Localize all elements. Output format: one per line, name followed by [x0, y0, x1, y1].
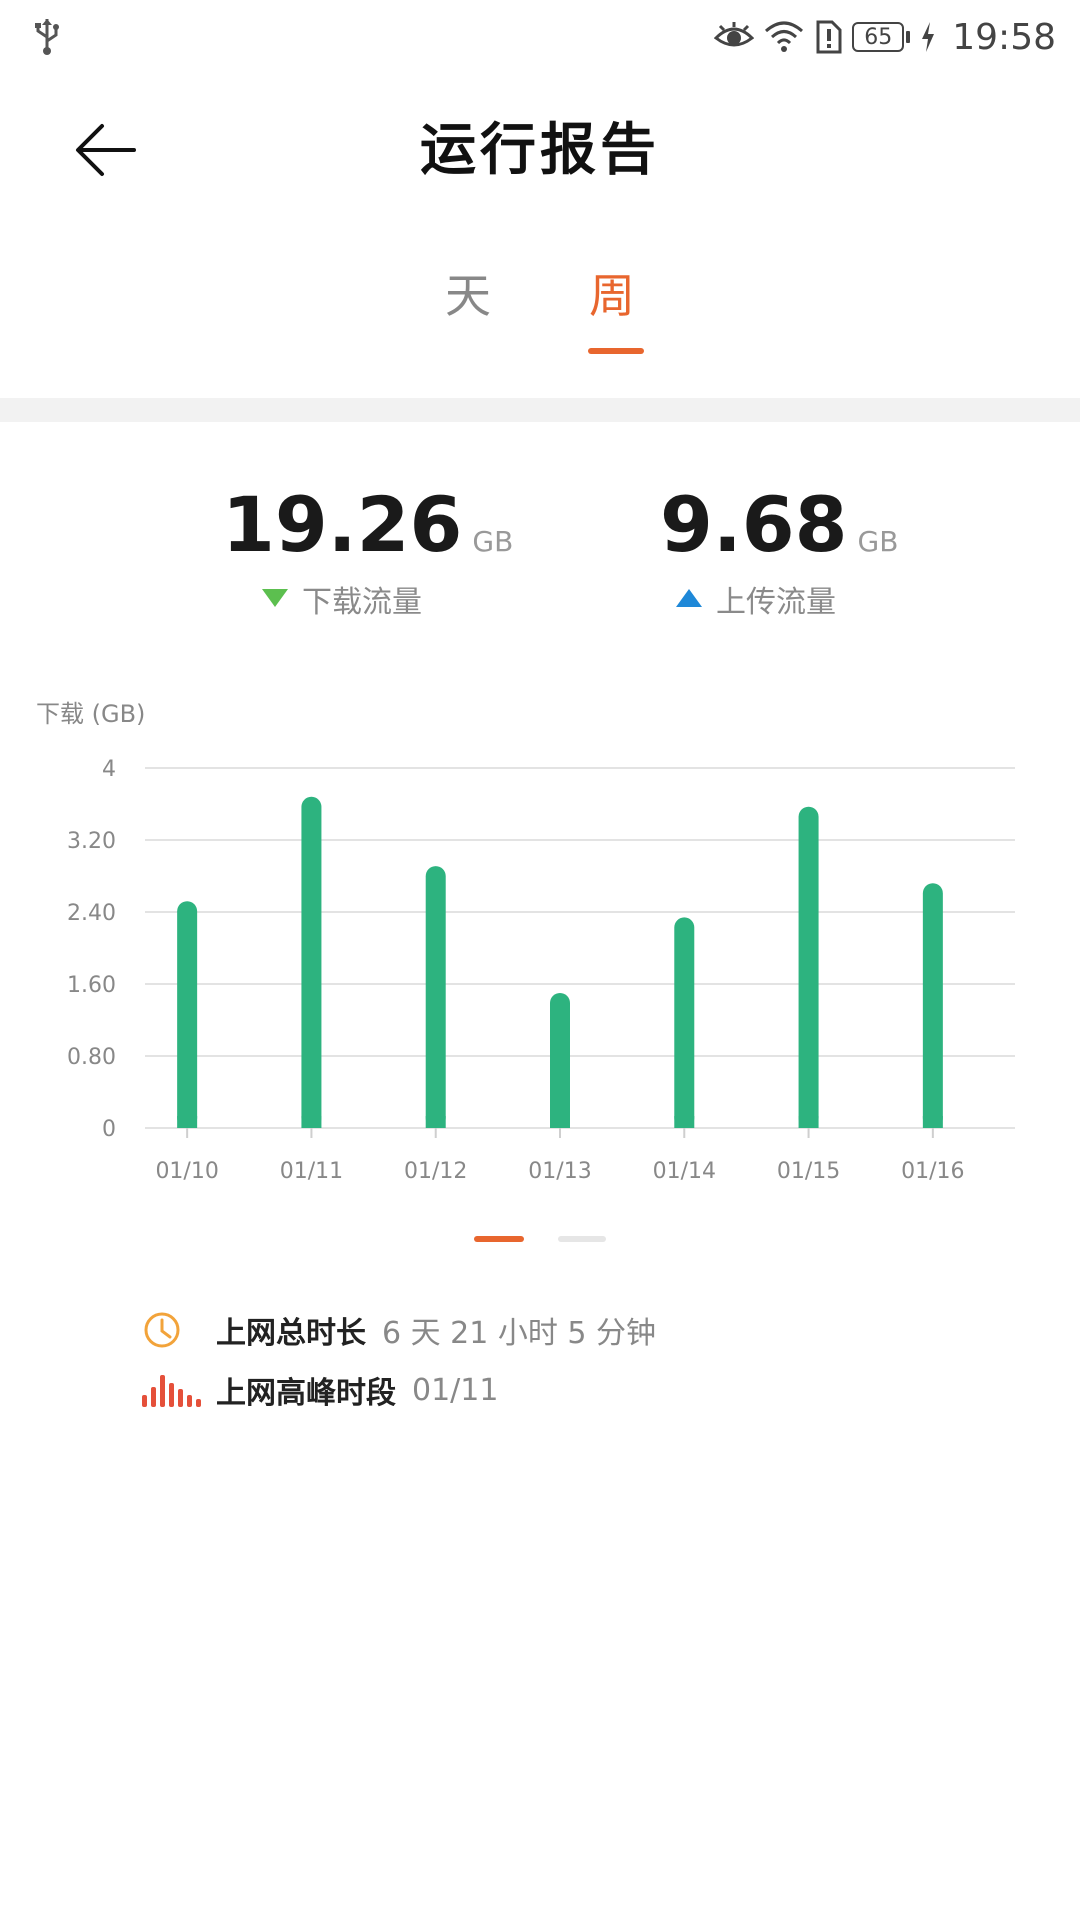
info-total-time-key: 上网总时长 — [216, 1316, 366, 1351]
x-tick-label: 01/14 — [653, 1159, 716, 1184]
x-tick-label: 01/10 — [155, 1159, 218, 1184]
download-stat: 19.26 GB 下载流量 — [222, 480, 513, 621]
chart-canvas: 0 0.80 1.60 2.40 3.20 4 01/10 01/11 01/12 01/13 01… — [67, 757, 1015, 1184]
wifi-icon — [764, 21, 804, 53]
download-value: 19.26 — [222, 480, 463, 569]
clock-icon — [144, 1312, 180, 1348]
chart-pager — [0, 1236, 1080, 1246]
bar-base — [301, 1116, 322, 1128]
peak-bars-icon — [142, 1375, 201, 1407]
tab-day[interactable]: 天 — [428, 260, 508, 370]
info-total-time-value: 6 天 21 小时 5 分钟 — [382, 1316, 657, 1351]
tab-active-indicator — [588, 348, 644, 354]
bar-base — [425, 1116, 446, 1128]
download-label: 下载流量 — [302, 585, 422, 620]
y-tick-label: 2.40 — [67, 901, 116, 926]
x-tick-label: 01/12 — [404, 1159, 467, 1184]
info-peak-value: 01/11 — [412, 1372, 499, 1408]
x-tick-label: 01/13 — [528, 1159, 591, 1184]
bar — [798, 806, 819, 1128]
upload-value: 9.68 — [660, 480, 848, 569]
charging-icon — [920, 22, 936, 52]
download-unit: GB — [472, 525, 514, 558]
pager-dot-inactive[interactable] — [558, 1236, 606, 1242]
bar-base — [177, 1116, 198, 1128]
upload-arrow-icon — [676, 589, 702, 607]
chart-y-axis-title: 下载 (GB) — [36, 700, 146, 728]
tab-week-label: 周 — [589, 269, 635, 323]
traffic-summary: 19.26 GB 下载流量 9.68 GB 上传流量 — [0, 480, 1080, 640]
bar — [177, 901, 198, 1128]
upload-stat: 9.68 GB 上传流量 — [660, 480, 898, 621]
bar — [550, 993, 570, 1128]
section-divider — [0, 398, 1080, 422]
x-tick-label: 01/15 — [777, 1159, 840, 1184]
usb-icon — [32, 17, 62, 57]
status-bar: 65 19:58 — [0, 0, 1080, 74]
y-tick-label: 4 — [102, 757, 116, 782]
y-tick-label: 3.20 — [67, 829, 116, 854]
bar-base — [798, 1116, 819, 1128]
status-time: 19:58 — [952, 16, 1056, 58]
download-chart: 下载 (GB) 0 0.80 1.60 2.40 3.20 4 01/10 01/11 01/1… — [0, 680, 1080, 1240]
bar — [301, 796, 322, 1128]
period-tabs: 天 周 — [0, 260, 1080, 370]
bar-base — [674, 1116, 695, 1128]
download-arrow-icon — [262, 589, 288, 607]
upload-label: 上传流量 — [716, 585, 836, 620]
x-tick-label: 01/11 — [280, 1159, 343, 1184]
eye-icon — [714, 22, 755, 52]
y-tick-label: 0 — [102, 1117, 116, 1142]
bar — [922, 883, 943, 1128]
info-peak-key: 上网高峰时段 — [216, 1376, 396, 1411]
page-title: 运行报告 — [420, 117, 660, 183]
battery-level: 65 — [852, 22, 905, 52]
bar — [425, 866, 446, 1128]
battery-icon: 65 — [852, 22, 911, 52]
back-arrow-icon — [76, 124, 136, 176]
y-tick-label: 0.80 — [67, 1045, 116, 1070]
y-tick-label: 1.60 — [67, 973, 116, 998]
tab-week[interactable]: 周 — [572, 260, 652, 370]
sim-alert-icon — [814, 20, 842, 54]
screen: 65 19:58 运行报告 天 周 19.26 GB 下载流量 9.68 GB … — [0, 0, 1080, 1920]
bar-base — [922, 1116, 943, 1128]
upload-unit: GB — [857, 525, 899, 558]
tab-day-label: 天 — [445, 269, 491, 323]
app-header: 运行报告 — [0, 90, 1080, 200]
bar — [674, 917, 695, 1128]
info-row-total-time: 上网总时长 6 天 21 小时 5 分钟 — [142, 1300, 1042, 1360]
back-button[interactable] — [70, 114, 142, 186]
bar-base — [550, 1116, 570, 1128]
usage-info: 上网总时长 6 天 21 小时 5 分钟 上网高峰时段 01/11 — [142, 1300, 1042, 1420]
pager-dot-active[interactable] — [474, 1236, 524, 1242]
info-row-peak-period: 上网高峰时段 01/11 — [142, 1360, 1042, 1420]
x-tick-label: 01/16 — [901, 1159, 964, 1184]
